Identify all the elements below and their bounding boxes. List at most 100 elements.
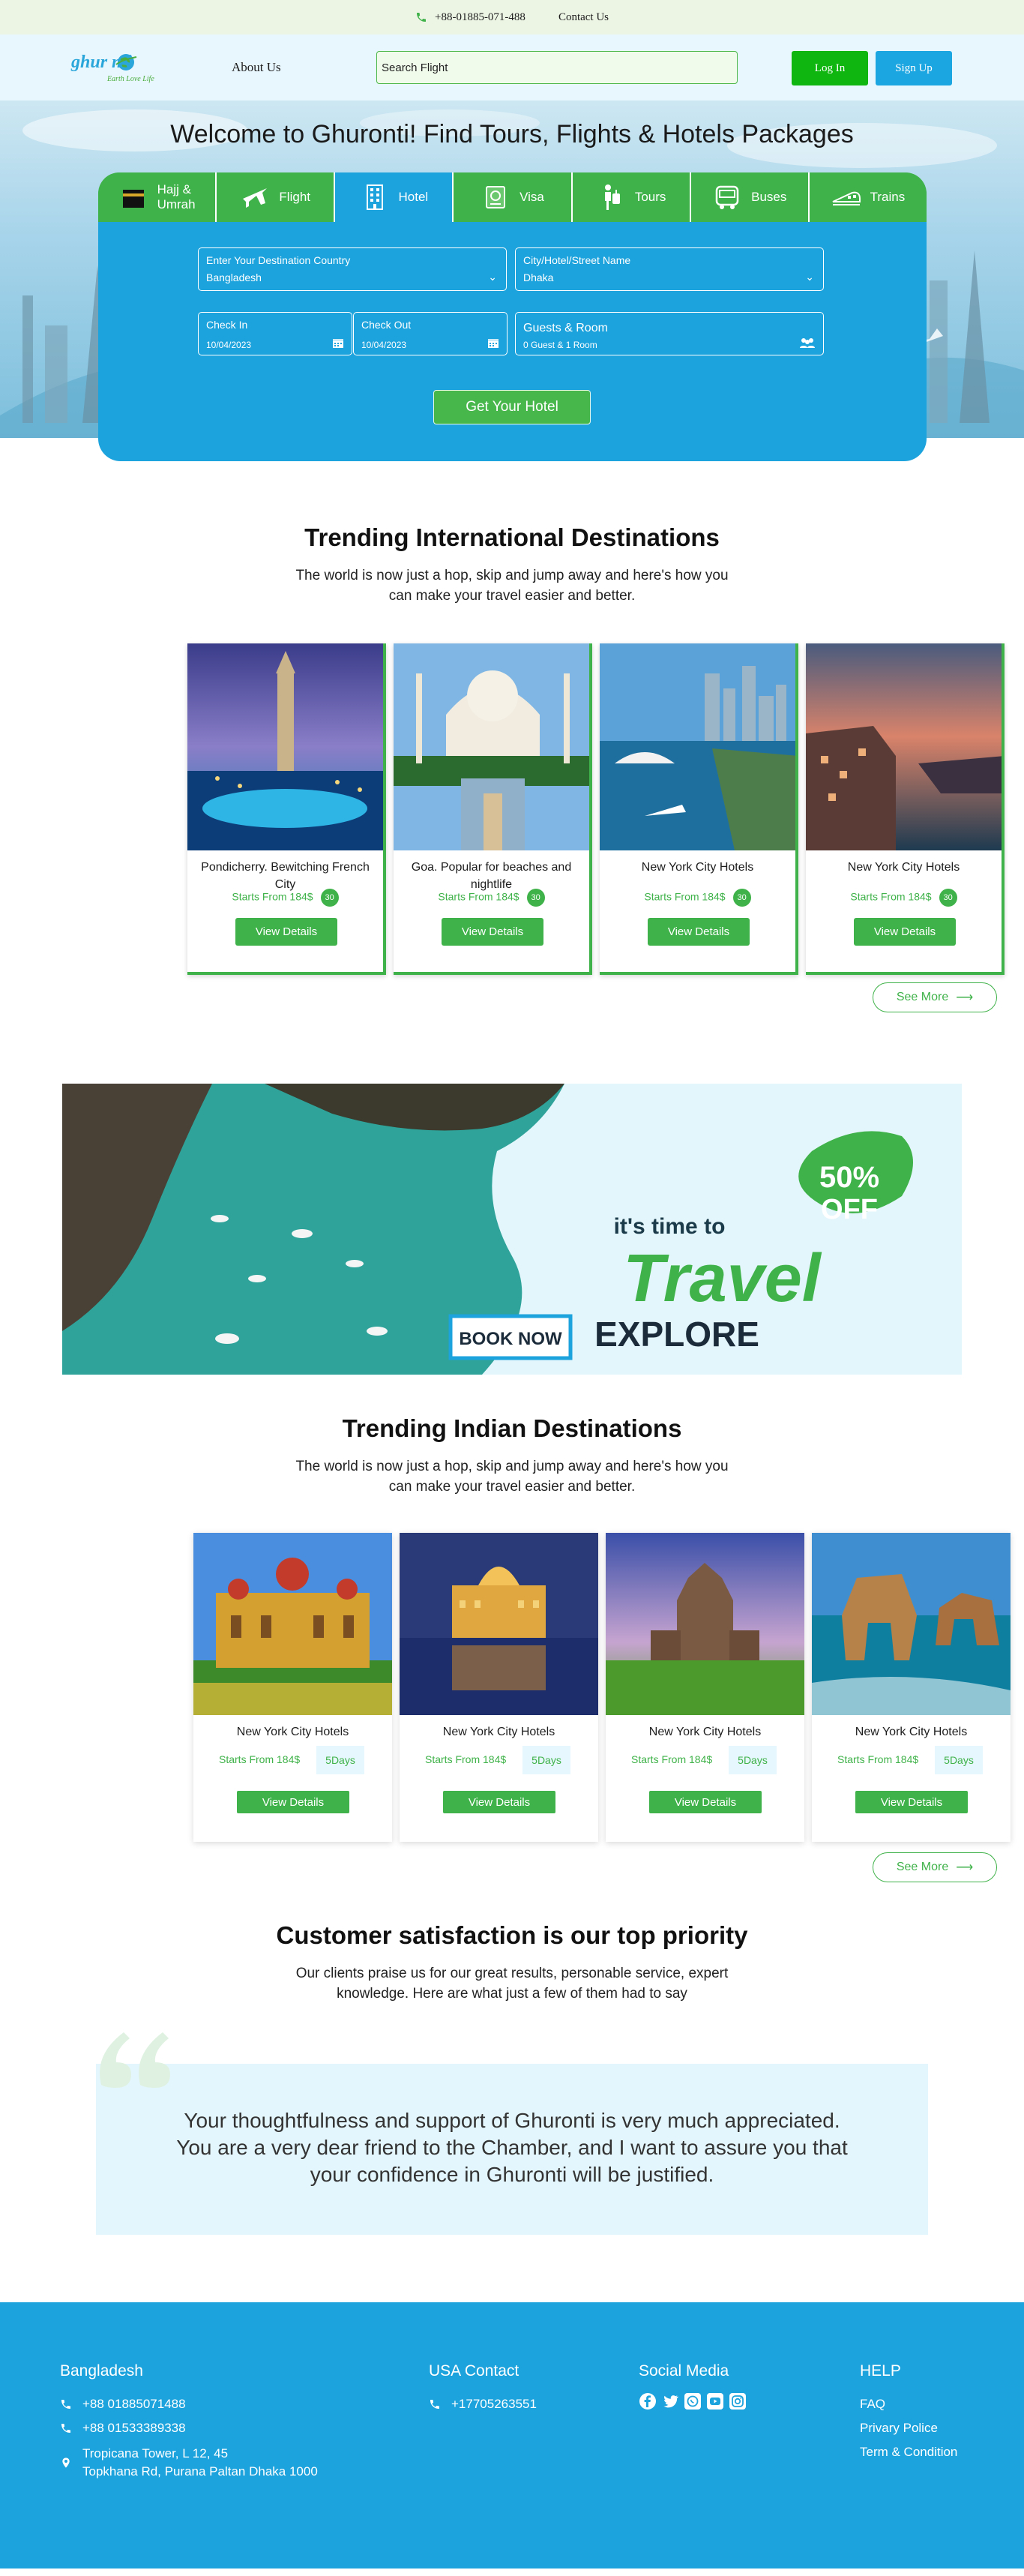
destination-card: New York City Hotels Starts From 184$ 5D…	[193, 1533, 392, 1842]
destination-country-select[interactable]: Enter Your Destination Country Banglades…	[198, 247, 507, 291]
view-details-button[interactable]: View Details	[235, 918, 337, 946]
tab-buses[interactable]: Buses	[691, 172, 810, 222]
view-details-button[interactable]: View Details	[648, 918, 750, 946]
address-lines: Tropicana Tower, L 12, 45 Topkhana Rd, P…	[82, 2445, 318, 2481]
header: ghur nti Earth Love Life About Us Log In…	[0, 34, 1024, 100]
footer-link-terms[interactable]: Term & Condition	[860, 2445, 957, 2460]
banner-explore-text: EXPLORE	[594, 1315, 759, 1354]
address-line: Topkhana Rd, Purana Paltan Dhaka 1000	[82, 2464, 318, 2479]
top-phone[interactable]: +88-01885-071-488	[415, 11, 525, 24]
login-button[interactable]: Log In	[792, 51, 868, 85]
destination-image	[400, 1533, 598, 1715]
destination-price: Starts From 184$ 30	[806, 889, 1002, 907]
check-out-value: 10/04/2023	[361, 340, 407, 350]
see-more-button[interactable]: See More ⟶	[873, 1852, 997, 1882]
subtitle-line: can make your travel easier and better.	[388, 1479, 636, 1495]
indian-title: Trending Indian Destinations	[342, 1414, 682, 1442]
youtube-icon[interactable]	[706, 2392, 724, 2410]
get-your-hotel-button[interactable]: Get Your Hotel	[433, 390, 591, 424]
footer-social-title: Social Media	[639, 2362, 729, 2380]
destination-price: Starts From 184$	[631, 1753, 713, 1765]
footer-link-faq[interactable]: FAQ	[860, 2397, 885, 2412]
nav-about-us[interactable]: About Us	[232, 60, 281, 75]
tab-hajj-umrah[interactable]: Hajj & Umrah	[98, 172, 217, 222]
check-in-value: 10/04/2023	[206, 340, 252, 350]
search-input[interactable]	[376, 51, 738, 84]
city-select[interactable]: City/Hotel/Street Name Dhaka ⌄	[515, 247, 824, 291]
destination-card: Pondicherry. Bewitching French City Star…	[187, 643, 386, 975]
service-tabs: Hajj & Umrah Flight Hotel Visa Tours Bus…	[98, 172, 927, 222]
view-details-button[interactable]: View Details	[854, 918, 956, 946]
traveler-icon	[604, 184, 620, 210]
view-details-button[interactable]: View Details	[442, 918, 543, 946]
satisfaction-subtitle: Our clients praise us for our great resu…	[0, 1963, 1024, 2004]
chevron-down-icon: ⌄	[805, 271, 814, 283]
tab-flight[interactable]: Flight	[217, 172, 336, 222]
whatsapp-icon[interactable]	[684, 2392, 702, 2410]
destination-image	[812, 1533, 1011, 1715]
footer-link-privacy[interactable]: Privary Police	[860, 2421, 938, 2436]
satisfaction-title: Customer satisfaction is our top priorit…	[276, 1921, 748, 1949]
guests-room-field[interactable]: Guests & Room 0 Guest & 1 Room	[515, 312, 824, 355]
see-more-label: See More	[896, 1861, 949, 1873]
tab-tours[interactable]: Tours	[573, 172, 691, 222]
tab-label: Trains	[870, 190, 906, 204]
days-badge: 30	[732, 889, 751, 907]
footer-help-title: HELP	[860, 2362, 901, 2380]
price-text: Starts From 184$	[438, 890, 519, 903]
footer-phone-2[interactable]: +88 01533389338	[60, 2419, 186, 2437]
banner-travel-text: Travel	[623, 1241, 822, 1316]
destination-value: Bangladesh	[206, 271, 262, 283]
social-links	[639, 2392, 747, 2410]
banner-tagline: it's time to	[614, 1214, 726, 1239]
destination-price: Starts From 184$ 30	[600, 889, 795, 907]
globe-icon	[115, 54, 137, 70]
guests-value: 0 Guest & 1 Room	[523, 340, 597, 350]
tab-hotel[interactable]: Hotel	[335, 172, 454, 222]
indian-subtitle: The world is now just a hop, skip and ju…	[0, 1456, 1024, 1497]
phone-icon	[61, 2424, 70, 2433]
view-details-button[interactable]: View Details	[237, 1791, 349, 1813]
destination-card: Goa. Popular for beaches and nightlife S…	[394, 643, 592, 975]
footer-usa-phone[interactable]: +17705263551	[429, 2395, 537, 2413]
twitter-icon[interactable]	[661, 2392, 679, 2410]
see-more-label: See More	[896, 991, 949, 1003]
destination-price: Starts From 184$ 30	[394, 889, 589, 907]
kaaba-icon	[122, 190, 144, 208]
footer-phone-1[interactable]: +88 01885071488	[60, 2395, 186, 2413]
phone-icon	[430, 2400, 439, 2409]
contact-us-link[interactable]: Contact Us	[558, 11, 609, 24]
footer-address: Tropicana Tower, L 12, 45 Topkhana Rd, P…	[60, 2445, 318, 2481]
destination-price: Starts From 184$	[425, 1753, 507, 1765]
view-details-button[interactable]: View Details	[649, 1791, 762, 1813]
tab-trains[interactable]: Trains	[810, 172, 927, 222]
phone-icon	[416, 13, 426, 22]
tab-label: Visa	[519, 190, 544, 204]
signup-button[interactable]: Sign Up	[876, 51, 952, 85]
destination-price: Starts From 184$	[837, 1753, 919, 1765]
calendar-icon[interactable]	[332, 337, 344, 349]
days-badge: 5Days	[935, 1746, 983, 1774]
promo-banner[interactable]: 50% OFF it's time to Travel EXPLORE BOOK…	[62, 1084, 962, 1375]
instagram-icon[interactable]	[729, 2392, 747, 2410]
price-text: Starts From 184$	[232, 890, 313, 903]
destination-card: New York City Hotels Starts From 184$ 30 …	[806, 643, 1005, 975]
bus-icon	[715, 185, 739, 209]
check-out-field[interactable]: Check Out 10/04/2023	[353, 312, 508, 355]
destination-card: New York City Hotels Starts From 184$ 5D…	[606, 1533, 804, 1842]
tab-visa[interactable]: Visa	[454, 172, 573, 222]
hero-title: Welcome to Ghuronti! Find Tours, Flights…	[170, 120, 854, 148]
location-pin-icon	[62, 2458, 70, 2468]
check-in-field[interactable]: Check In 10/04/2023	[198, 312, 352, 355]
days-badge: 30	[526, 889, 545, 907]
destination-price: Starts From 184$ 30	[187, 889, 383, 907]
phone-icon	[61, 2400, 70, 2409]
facebook-icon[interactable]	[639, 2392, 657, 2410]
logo[interactable]: ghur nti Earth Love Life	[71, 49, 184, 88]
calendar-icon[interactable]	[487, 337, 499, 349]
view-details-button[interactable]: View Details	[855, 1791, 968, 1813]
city-value: Dhaka	[523, 271, 554, 283]
view-details-button[interactable]: View Details	[443, 1791, 555, 1813]
see-more-button[interactable]: See More ⟶	[873, 982, 997, 1012]
check-out-label: Check Out	[361, 319, 412, 331]
